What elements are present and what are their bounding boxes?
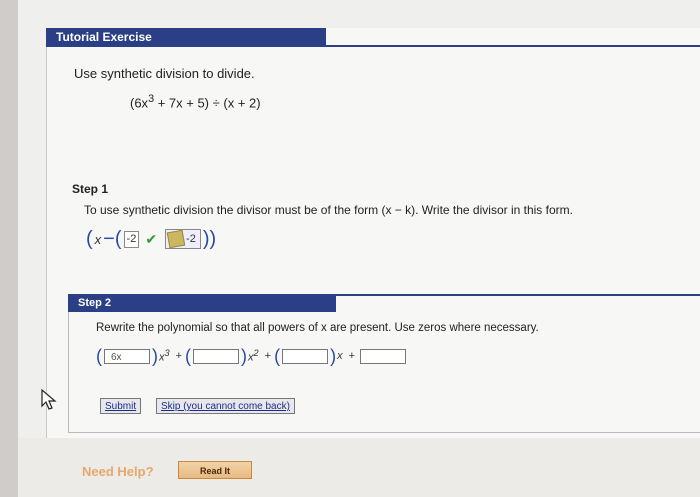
paren-open-1: ( [96, 345, 102, 366]
constant-input[interactable] [360, 348, 406, 364]
need-help-label: Need Help? [82, 464, 154, 479]
divisor-answer-row: ( x − ( -2 ✔ -2 )) [86, 226, 216, 252]
paren-open-2: ( [185, 345, 192, 366]
divisor-answer-value: -2 [186, 233, 196, 245]
plus-sign-1: + [175, 350, 183, 362]
header-rule [326, 45, 700, 47]
paren-close-3: ) [330, 345, 337, 366]
problem-instruction: Use synthetic division to divide. [74, 66, 255, 81]
coefficient-input-x2[interactable] [193, 348, 240, 364]
paren-open-3: ( [274, 345, 281, 366]
close-parens: )) [202, 227, 217, 250]
power-x3: x3 [159, 348, 170, 364]
plus-sign-2: + [264, 350, 272, 362]
coefficient-input-x3[interactable]: 6x [104, 348, 150, 364]
step2-rule [336, 294, 700, 296]
correct-check-icon: ✔ [145, 230, 158, 247]
pencil-icon [166, 229, 186, 249]
step2-header: Step 2 [68, 294, 336, 312]
paren-close-1: ) [152, 345, 158, 366]
plus-sign-3: + [348, 350, 355, 362]
minus-sign: − [103, 227, 115, 250]
step1-instruction: To use synthetic division the divisor mu… [84, 203, 573, 217]
submit-button[interactable]: Submit [100, 398, 142, 414]
open-paren: ( [86, 227, 93, 250]
polynomial-input-row: ( 6x ) x3 + ( ) x2 + ( ) x + [96, 344, 408, 368]
open-paren-2: ( [114, 227, 122, 250]
left-margin [0, 0, 18, 497]
variable-x: x [94, 231, 102, 247]
expression-start: (6x [130, 95, 149, 111]
power-x1: x [337, 350, 343, 362]
paren-close-2: ) [241, 345, 248, 366]
step2-instruction: Rewrite the polynomial so that all power… [96, 322, 539, 334]
read-it-button[interactable]: Read It [178, 461, 252, 479]
divisor-answer-box[interactable]: -2 [123, 230, 140, 248]
mouse-pointer-icon [41, 388, 57, 410]
exercise-header: Tutorial Exercise [46, 28, 326, 47]
divisor-answer-box-2[interactable]: -2 [165, 229, 201, 249]
coefficient-input-x1[interactable] [282, 348, 329, 364]
power-x2: x2 [248, 348, 259, 364]
skip-button[interactable]: Skip (you cannot come back) [156, 398, 295, 414]
problem-expression: (6x3 + 7x + 5) ÷ (x + 2) [130, 93, 261, 110]
expression-end: + 7x + 5) ÷ (x + 2) [154, 95, 261, 111]
step1-label: Step 1 [72, 182, 109, 196]
